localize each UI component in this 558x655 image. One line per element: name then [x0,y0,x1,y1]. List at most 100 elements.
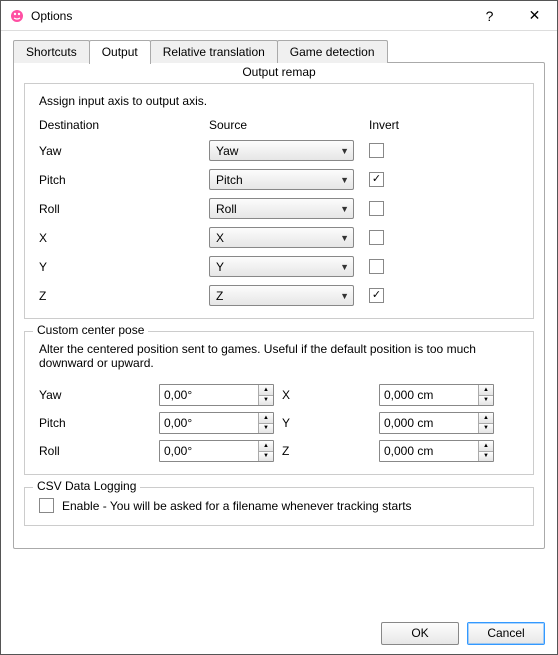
custom-center-pose-group: Custom center pose Alter the centered po… [24,331,534,475]
spin-buttons: ▲▼ [258,385,273,405]
pose-axis-label: Z [274,444,294,458]
invert-checkbox[interactable] [369,201,384,216]
combo-value: Y [216,260,224,274]
spin-down-icon[interactable]: ▼ [259,396,273,406]
csv-enable-label: Enable - You will be asked for a filenam… [62,499,412,513]
dest-label: Roll [39,202,209,216]
tab-shortcuts[interactable]: Shortcuts [13,40,90,63]
invert-checkbox[interactable] [369,143,384,158]
spin-up-icon[interactable]: ▲ [479,413,493,424]
source-combo[interactable]: Yaw ▼ [209,140,354,161]
source-combo[interactable]: Y▼ [209,256,354,277]
source-combo[interactable]: Z▼ [209,285,354,306]
remap-row: Pitch Pitch ▼ ✓ [39,169,519,190]
chevron-down-icon: ▼ [340,262,349,272]
window-title: Options [31,9,467,23]
center-description: Alter the centered position sent to game… [39,342,519,370]
cancel-button[interactable]: Cancel [467,622,545,645]
tab-relative-translation[interactable]: Relative translation [150,40,278,63]
output-tab-panel: Output remap Assign input axis to output… [13,62,545,549]
tab-output[interactable]: Output [89,40,151,64]
remap-row: YY▼ [39,256,519,277]
help-button[interactable]: ? [467,1,512,30]
spin-buttons: ▲▼ [258,441,273,461]
pose-angle-label: Roll [39,444,159,458]
titlebar: Options ? ✕ [1,1,557,31]
spin-down-icon[interactable]: ▼ [259,452,273,462]
invert-checkbox[interactable] [369,259,384,274]
invert-checkbox[interactable]: ✓ [369,172,384,187]
header-destination: Destination [39,118,209,132]
pose-axis-label: X [274,388,294,402]
combo-value: Yaw [216,144,238,158]
spin-buttons: ▲▼ [478,413,493,433]
chevron-down-icon: ▼ [340,175,349,185]
spin-up-icon[interactable]: ▲ [259,385,273,396]
pose-angle-spin[interactable]: 0,00°▲▼ [159,412,274,434]
pose-row: Roll0,00°▲▼Z0,000 cm▲▼ [39,440,519,462]
chevron-down-icon: ▼ [340,291,349,301]
spin-value: 0,00° [160,413,258,433]
spin-down-icon[interactable]: ▼ [479,424,493,434]
source-combo[interactable]: X▼ [209,227,354,248]
combo-value: Pitch [216,173,243,187]
spin-up-icon[interactable]: ▲ [479,385,493,396]
chevron-down-icon: ▼ [340,204,349,214]
pose-angle-spin[interactable]: 0,00°▲▼ [159,440,274,462]
remap-row: YawYaw ▼ [39,140,519,161]
dialog-footer: OK Cancel [1,612,557,654]
remap-row: ZZ▼✓ [39,285,519,306]
tab-game-detection[interactable]: Game detection [277,40,388,63]
dest-label: Pitch [39,173,209,187]
spin-down-icon[interactable]: ▼ [479,452,493,462]
spin-down-icon[interactable]: ▼ [479,396,493,406]
remap-row: Roll Roll ▼ [39,198,519,219]
tab-bar: Shortcuts Output Relative translation Ga… [13,39,545,63]
dest-label: Z [39,289,209,303]
pose-angle-spin[interactable]: 0,00°▲▼ [159,384,274,406]
pose-axis-spin[interactable]: 0,000 cm▲▼ [379,412,494,434]
spin-up-icon[interactable]: ▲ [259,441,273,452]
spin-value: 0,00° [160,385,258,405]
help-icon: ? [486,8,494,24]
source-combo[interactable]: Roll ▼ [209,198,354,219]
chevron-down-icon: ▼ [340,233,349,243]
remap-row: XX▼ [39,227,519,248]
combo-value: Z [216,289,223,303]
pose-axis-spin[interactable]: 0,000 cm▲▼ [379,440,494,462]
invert-checkbox[interactable]: ✓ [369,288,384,303]
spin-up-icon[interactable]: ▲ [259,413,273,424]
ok-button[interactable]: OK [381,622,459,645]
csv-enable-checkbox[interactable] [39,498,54,513]
csv-legend: CSV Data Logging [33,479,140,493]
chevron-down-icon: ▼ [340,146,349,156]
spin-down-icon[interactable]: ▼ [259,424,273,434]
header-source: Source [209,118,369,132]
close-button[interactable]: ✕ [512,1,557,30]
pose-angle-label: Yaw [39,388,159,402]
csv-logging-group: CSV Data Logging Enable - You will be as… [24,487,534,526]
spin-value: 0,000 cm [380,413,478,433]
dest-label: X [39,231,209,245]
pose-axis-label: Y [274,416,294,430]
spin-value: 0,00° [160,441,258,461]
combo-value: X [216,231,224,245]
pose-row: Yaw0,00°▲▼X0,000 cm▲▼ [39,384,519,406]
spin-value: 0,000 cm [380,385,478,405]
combo-value: Roll [216,202,237,216]
spin-buttons: ▲▼ [478,385,493,405]
panel-title: Output remap [14,63,544,83]
options-dialog: Options ? ✕ Shortcuts Output Relative tr… [0,0,558,655]
remap-header-row: Destination Source Invert [39,118,519,132]
close-icon: ✕ [529,7,541,24]
spin-buttons: ▲▼ [478,441,493,461]
pose-axis-spin[interactable]: 0,000 cm▲▼ [379,384,494,406]
header-invert: Invert [369,118,429,132]
spin-up-icon[interactable]: ▲ [479,441,493,452]
invert-checkbox[interactable] [369,230,384,245]
output-remap-group: Assign input axis to output axis. Destin… [24,83,534,319]
center-legend: Custom center pose [33,323,148,337]
pose-angle-label: Pitch [39,416,159,430]
dest-label: Y [39,260,209,274]
source-combo[interactable]: Pitch ▼ [209,169,354,190]
